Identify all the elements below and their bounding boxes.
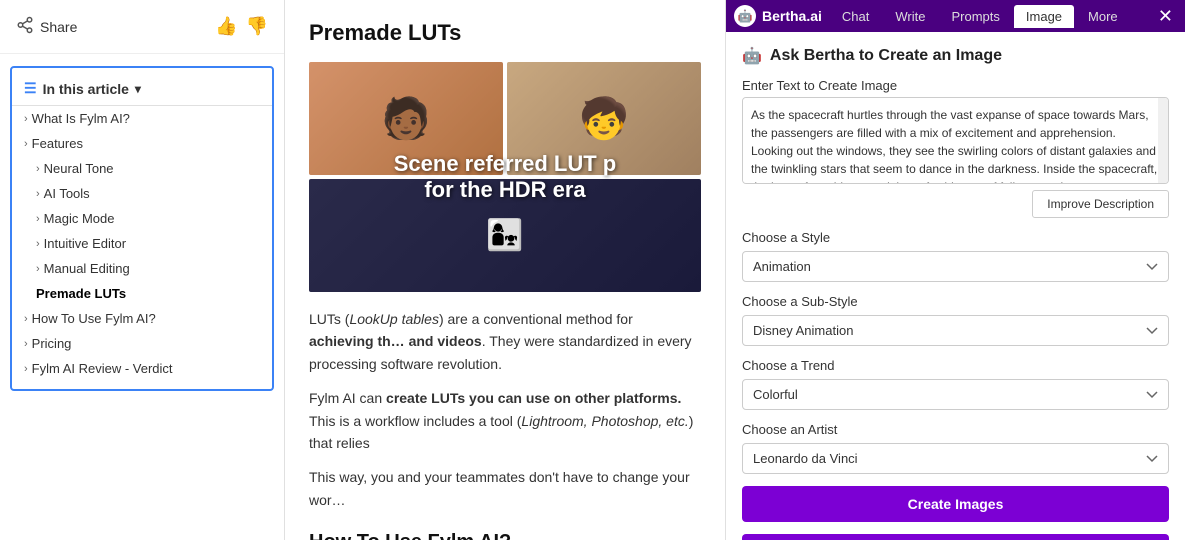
textarea-wrapper (742, 97, 1169, 184)
search-images-button[interactable]: Search Images (742, 534, 1169, 540)
lut-images-grid: 🧑🏾 🧒 👩‍👧 Scene referred LUT p for the HD… (309, 62, 701, 292)
style-label: Choose a Style (742, 230, 1169, 245)
artist-select[interactable]: Leonardo da Vinci Van Gogh Picasso (742, 443, 1169, 474)
toc-item-label-2: Neural Tone (44, 161, 114, 176)
toc-chevron-4: › (36, 213, 40, 225)
toc-chevron-9: › (24, 338, 28, 350)
artist-label: Choose an Artist (742, 422, 1169, 437)
toc-item-verdict[interactable]: › Fylm AI Review - Verdict (12, 356, 272, 381)
toc-item-magic-mode[interactable]: › Magic Mode (12, 206, 272, 231)
artist-select-group: Choose an Artist Leonardo da Vinci Van G… (742, 422, 1169, 474)
thumbs-container: 👍 👎 (215, 16, 268, 37)
share-icon (16, 16, 34, 37)
bertha-close-button[interactable]: ✕ (1154, 6, 1177, 27)
article-para-1: LUTs (LookUp tables) are a conventional … (309, 308, 701, 375)
textarea-label: Enter Text to Create Image (742, 78, 1169, 93)
toc-item-label-9: Pricing (32, 336, 72, 351)
main-content: Premade LUTs 🧑🏾 🧒 👩‍👧 Scene referred LUT… (285, 0, 725, 540)
bertha-panel: 🤖 Bertha.ai Chat Write Prompts Image Mor… (725, 0, 1185, 540)
toc-item-intuitive-editor[interactable]: › Intuitive Editor (12, 231, 272, 256)
toc-list-icon: ☰ (24, 80, 37, 97)
bertha-logo: 🤖 Bertha.ai (734, 5, 822, 27)
toc-item-features[interactable]: › Features (12, 131, 272, 156)
toc-chevron-icon: ▾ (135, 82, 141, 96)
bertha-topbar: 🤖 Bertha.ai Chat Write Prompts Image Mor… (726, 0, 1185, 32)
article-para-3: This way, you and your teammates don't h… (309, 466, 701, 511)
toc-chevron-1: › (24, 138, 28, 150)
trend-select[interactable]: Colorful Minimalist Retro (742, 379, 1169, 410)
toc-item-label-4: Magic Mode (44, 211, 115, 226)
toc-chevron-2: › (36, 163, 40, 175)
tab-chat[interactable]: Chat (830, 5, 881, 28)
bertha-title-text: Ask Bertha to Create an Image (770, 47, 1002, 65)
toc-item-label-5: Intuitive Editor (44, 236, 126, 251)
sidebar: Share 👍 👎 ☰ In this article ▾ › What Is … (0, 0, 285, 540)
toc-chevron-5: › (36, 238, 40, 250)
trend-label: Choose a Trend (742, 358, 1169, 373)
toc-item-what-is[interactable]: › What Is Fylm AI? (12, 106, 272, 131)
share-text: Share (40, 19, 77, 35)
toc-item-ai-tools[interactable]: › AI Tools (12, 181, 272, 206)
share-label: Share (16, 16, 77, 37)
bertha-panel-title: 🤖 Ask Bertha to Create an Image (742, 46, 1169, 66)
toc-item-label-0: What Is Fylm AI? (32, 111, 130, 126)
toc-item-label-8: How To Use Fylm AI? (32, 311, 156, 326)
substyle-select[interactable]: Disney Animation Pixar Studio Ghibli (742, 315, 1169, 346)
face-man-image: 🧑🏾 (309, 62, 503, 175)
toc-item-label-3: AI Tools (44, 186, 90, 201)
tab-image[interactable]: Image (1014, 5, 1074, 28)
article-title: Premade LUTs (309, 20, 701, 46)
tab-write[interactable]: Write (883, 5, 937, 28)
toc-chevron-3: › (36, 188, 40, 200)
style-select[interactable]: Animation Realistic Abstract (742, 251, 1169, 282)
table-of-contents: ☰ In this article ▾ › What Is Fylm AI? ›… (10, 66, 274, 391)
toc-item-pricing[interactable]: › Pricing (12, 331, 272, 356)
toc-item-label-6: Manual Editing (44, 261, 130, 276)
dark-scene-image: 👩‍👧 (309, 179, 701, 292)
toc-chevron-6: › (36, 263, 40, 275)
bertha-title-icon: 🤖 (742, 46, 762, 66)
create-images-button[interactable]: Create Images (742, 486, 1169, 522)
substyle-label: Choose a Sub-Style (742, 294, 1169, 309)
face-boy-image: 🧒 (507, 62, 701, 175)
tab-prompts[interactable]: Prompts (940, 5, 1012, 28)
bertha-logo-text: Bertha.ai (762, 8, 822, 24)
textarea-scrollbar[interactable] (1158, 98, 1168, 183)
toc-chevron-10: › (24, 363, 28, 375)
share-bar: Share 👍 👎 (0, 0, 284, 54)
bertha-body: 🤖 Ask Bertha to Create an Image Enter Te… (726, 32, 1185, 540)
toc-item-premade-luts[interactable]: Premade LUTs (12, 281, 272, 306)
image-description-input[interactable] (743, 98, 1168, 183)
text-input-section: Enter Text to Create Image Improve Descr… (742, 78, 1169, 218)
thumbs-down-button[interactable]: 👎 (246, 16, 268, 37)
toc-header-text: In this article (43, 81, 129, 97)
bertha-logo-icon: 🤖 (734, 5, 756, 27)
bertha-nav-tabs: Chat Write Prompts Image More (830, 5, 1154, 28)
substyle-select-group: Choose a Sub-Style Disney Animation Pixa… (742, 294, 1169, 346)
article-para-2: Fylm AI can create LUTs you can use on o… (309, 387, 701, 454)
style-select-group: Choose a Style Animation Realistic Abstr… (742, 230, 1169, 282)
section-2-title: How To Use Fylm AI? (309, 531, 701, 540)
toc-header: ☰ In this article ▾ (12, 76, 272, 106)
lut-image-top-right: 🧒 (507, 62, 701, 175)
lut-image-bottom: 👩‍👧 (309, 179, 701, 292)
toc-item-label-7: Premade LUTs (36, 286, 126, 301)
toc-chevron-8: › (24, 313, 28, 325)
improve-description-button[interactable]: Improve Description (1032, 190, 1169, 218)
toc-item-label-1: Features (32, 136, 83, 151)
toc-item-how-to-use[interactable]: › How To Use Fylm AI? (12, 306, 272, 331)
toc-item-manual-editing[interactable]: › Manual Editing (12, 256, 272, 281)
tab-more[interactable]: More (1076, 5, 1130, 28)
lut-image-top-left: 🧑🏾 (309, 62, 503, 175)
toc-item-neural-tone[interactable]: › Neural Tone (12, 156, 272, 181)
toc-item-label-10: Fylm AI Review - Verdict (32, 361, 173, 376)
thumbs-up-button[interactable]: 👍 (215, 16, 237, 37)
toc-chevron-0: › (24, 113, 28, 125)
trend-select-group: Choose a Trend Colorful Minimalist Retro (742, 358, 1169, 410)
